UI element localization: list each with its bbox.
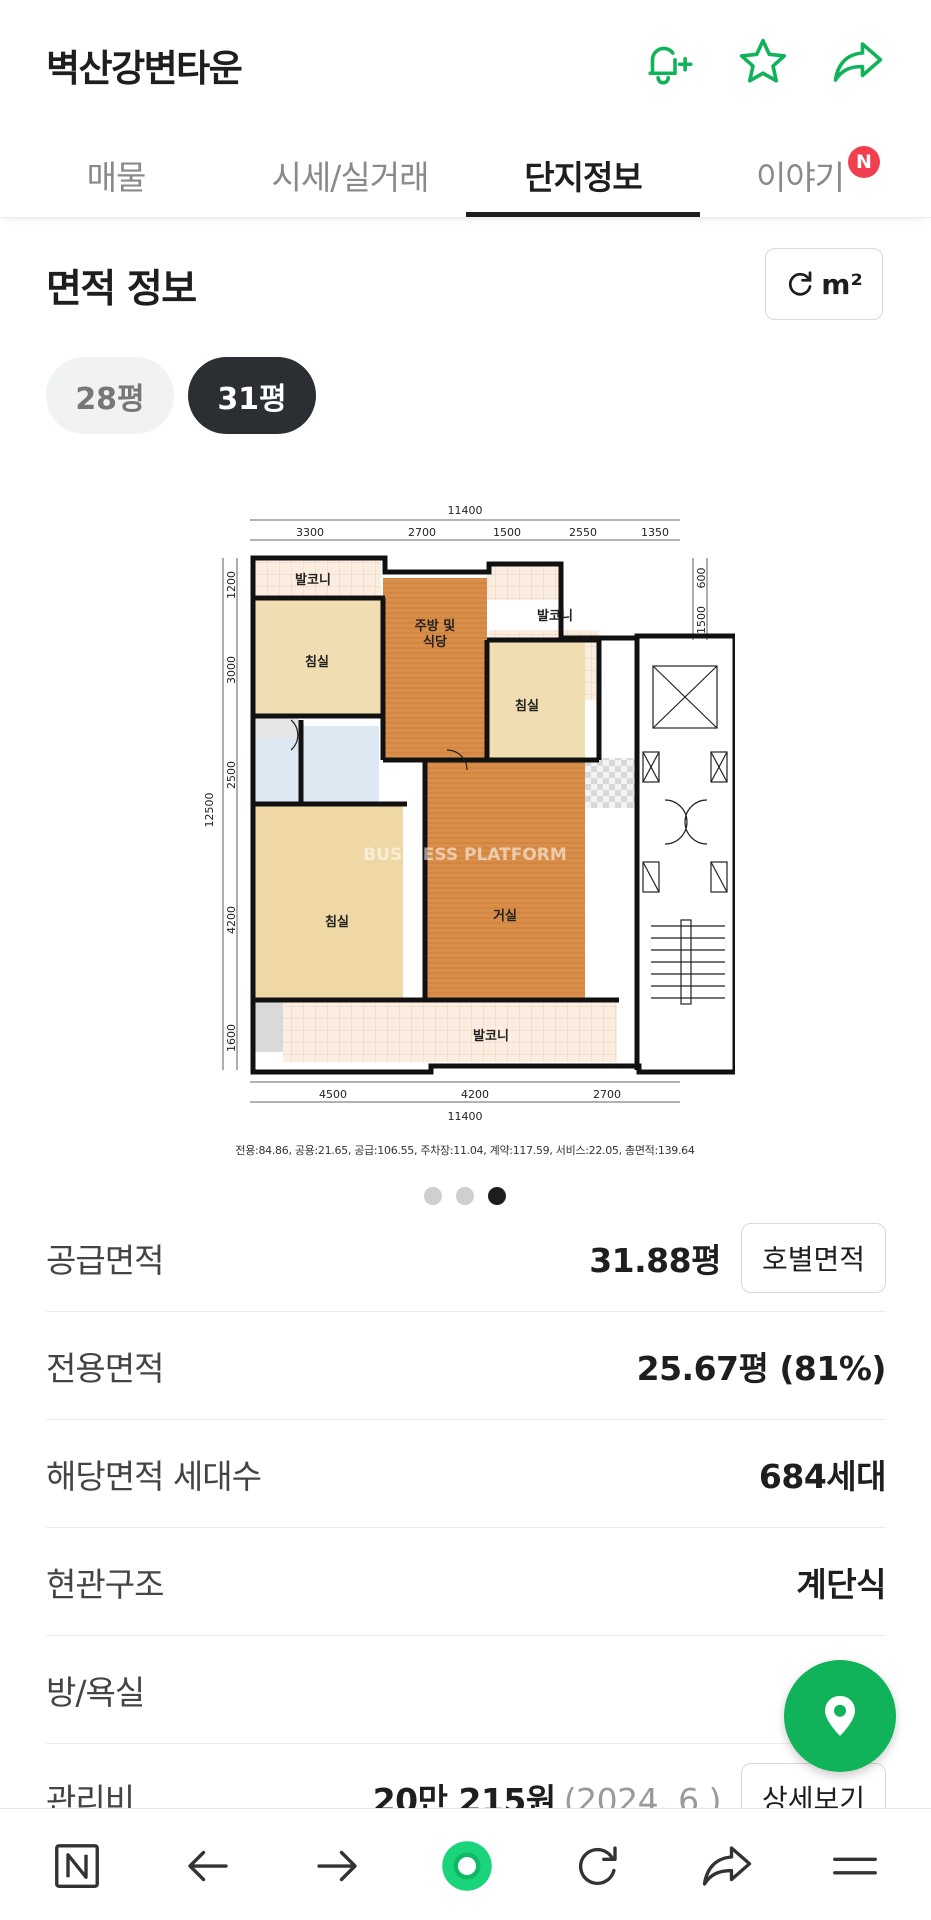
area-caption: 전용:84.86, 공용:21.65, 공급:106.55, 주차장:11.04… bbox=[235, 1144, 695, 1157]
naver-n-icon[interactable] bbox=[42, 1831, 112, 1901]
row-label: 해당면적 세대수 bbox=[46, 1456, 262, 1496]
tab-price[interactable]: 시세/실거래 bbox=[240, 132, 460, 218]
carousel-dot-active[interactable] bbox=[488, 1187, 506, 1205]
share-icon[interactable] bbox=[692, 1831, 762, 1901]
row-households: 해당면적 세대수 684세대 bbox=[46, 1420, 887, 1528]
row-label: 전용면적 bbox=[46, 1348, 164, 1388]
forward-arrow-icon[interactable] bbox=[302, 1831, 372, 1901]
tab-listings[interactable]: 매물 bbox=[46, 132, 186, 218]
star-icon[interactable] bbox=[733, 32, 793, 92]
room-kitchen-line2: 식당 bbox=[423, 634, 447, 650]
room-bedroom-1: 침실 bbox=[305, 654, 329, 670]
floor-plan-image[interactable]: 11400 3300 2700 1500 2550 1350 4500 4200… bbox=[195, 490, 738, 1170]
row-value: 684세대 bbox=[758, 1456, 887, 1496]
row-value: 31.88평 bbox=[589, 1240, 721, 1280]
browser-bottom-bar bbox=[0, 1808, 931, 1920]
room-balcony-bottom: 발코니 bbox=[473, 1028, 509, 1044]
dim-top-5: 1350 bbox=[641, 526, 669, 539]
room-balcony-top-left: 발코니 bbox=[295, 572, 331, 588]
dim-bottom-3: 2700 bbox=[593, 1088, 621, 1101]
room-balcony-top-right: 발코니 bbox=[537, 608, 573, 624]
dim-right-2: 1500 bbox=[695, 606, 708, 634]
active-tab-indicator bbox=[466, 212, 700, 217]
tab-stories[interactable]: 이야기 bbox=[740, 132, 860, 218]
carousel-dots bbox=[424, 1187, 506, 1205]
dim-right-1: 600 bbox=[695, 568, 708, 589]
dim-left-2: 3000 bbox=[225, 656, 238, 684]
watermark: BUSINESS PLATFORM bbox=[363, 845, 567, 865]
dim-top-4: 2550 bbox=[569, 526, 597, 539]
menu-icon[interactable] bbox=[820, 1831, 890, 1901]
green-home-icon[interactable] bbox=[432, 1831, 502, 1901]
dim-left-4: 4200 bbox=[225, 906, 238, 934]
unit-area-button[interactable]: 호별면적 bbox=[740, 1222, 886, 1293]
map-location-button[interactable] bbox=[784, 1660, 896, 1772]
room-living: 거실 bbox=[493, 908, 517, 924]
dim-top-1: 3300 bbox=[296, 526, 324, 539]
dim-top-total: 11400 bbox=[448, 504, 483, 517]
share-icon[interactable] bbox=[828, 32, 888, 92]
row-label: 현관구조 bbox=[46, 1564, 164, 1604]
unit-label: m² bbox=[821, 267, 863, 301]
new-badge: N bbox=[848, 146, 880, 178]
app-header: 벽산강변타운 bbox=[0, 0, 931, 130]
tab-bar: 매물 시세/실거래 단지정보 이야기 bbox=[0, 132, 931, 218]
dim-top-3: 1500 bbox=[493, 526, 521, 539]
row-rooms: 방/욕실 bbox=[46, 1636, 886, 1744]
unit-toggle-button[interactable]: m² bbox=[765, 248, 883, 320]
room-kitchen-line1: 주방 및 bbox=[415, 618, 455, 634]
room-bedroom-3: 침실 bbox=[325, 914, 349, 930]
row-value: 계단식 bbox=[796, 1564, 886, 1604]
row-label: 방/욕실 bbox=[46, 1672, 145, 1712]
dim-left-5: 1600 bbox=[225, 1024, 238, 1052]
row-entrance: 현관구조 계단식 bbox=[46, 1528, 886, 1636]
dim-top-2: 2700 bbox=[408, 526, 436, 539]
dim-left-total: 12500 bbox=[203, 793, 216, 828]
dim-bottom-total: 11400 bbox=[448, 1110, 483, 1123]
complex-title: 벽산강변타운 bbox=[46, 47, 243, 90]
row-supply-area: 공급면적 31.88평 호별면적 bbox=[46, 1204, 886, 1312]
location-pin-icon bbox=[825, 1696, 855, 1736]
row-label: 공급면적 bbox=[46, 1240, 164, 1280]
dim-bottom-1: 4500 bbox=[319, 1088, 347, 1101]
size-chip-31[interactable]: 31평 bbox=[188, 357, 316, 434]
dim-left-1: 1200 bbox=[225, 571, 238, 599]
refresh-icon bbox=[789, 271, 812, 296]
carousel-dot[interactable] bbox=[456, 1187, 474, 1205]
refresh-icon[interactable] bbox=[562, 1831, 632, 1901]
row-value: 25.67평 (81%) bbox=[636, 1348, 887, 1388]
row-exclusive-area: 전용면적 25.67평 (81%) bbox=[46, 1312, 887, 1420]
bell-plus-icon[interactable] bbox=[636, 32, 696, 92]
tab-complex-info[interactable]: 단지정보 bbox=[466, 132, 700, 218]
size-chip-28[interactable]: 28평 bbox=[46, 357, 174, 434]
back-arrow-icon[interactable] bbox=[173, 1831, 243, 1901]
section-title: 면적 정보 bbox=[46, 267, 197, 312]
dim-left-3: 2500 bbox=[225, 761, 238, 789]
dim-bottom-2: 4200 bbox=[461, 1088, 489, 1101]
carousel-dot[interactable] bbox=[424, 1187, 442, 1205]
room-bedroom-2: 침실 bbox=[515, 698, 539, 714]
